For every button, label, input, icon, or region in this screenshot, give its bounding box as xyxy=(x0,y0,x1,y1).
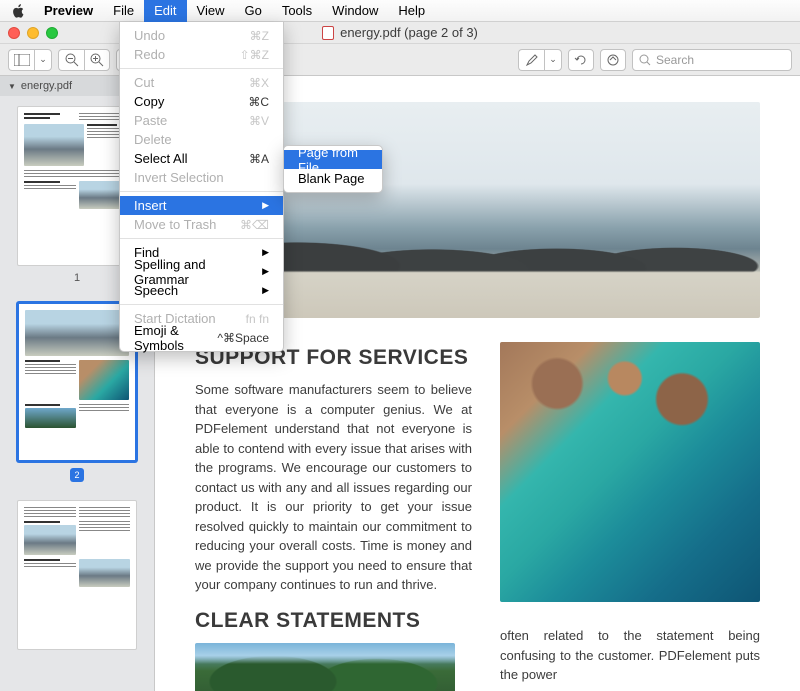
chevron-down-icon: ⌄ xyxy=(549,54,557,65)
apple-icon[interactable] xyxy=(12,4,26,18)
submenu-arrow-icon: ▶ xyxy=(262,285,269,296)
page-thumbnail-3[interactable] xyxy=(12,500,142,650)
edit-menu-dropdown: Undo⌘Z Redo⇧⌘Z Cut⌘X Copy⌘C Paste⌘V Dele… xyxy=(119,22,284,352)
chevron-down-icon: ⌄ xyxy=(39,54,47,65)
submenu-arrow-icon: ▶ xyxy=(262,266,269,277)
markup-button[interactable] xyxy=(600,49,626,71)
page-number-badge: 2 xyxy=(70,468,84,482)
search-input[interactable]: Search xyxy=(632,49,792,71)
menu-invert-selection: Invert Selection xyxy=(120,168,283,187)
page-number-label: 1 xyxy=(74,272,80,284)
rotate-button[interactable] xyxy=(568,49,594,71)
menu-separator xyxy=(120,68,283,69)
traffic-lights xyxy=(8,27,58,39)
menu-move-to-trash: Move to Trash⌘⌫ xyxy=(120,215,283,234)
menu-delete: Delete xyxy=(120,130,283,149)
fullscreen-window-button[interactable] xyxy=(46,27,58,39)
menubar-edit[interactable]: Edit xyxy=(144,0,186,22)
section-body-right: often related to the statement being con… xyxy=(500,626,760,685)
close-window-button[interactable] xyxy=(8,27,20,39)
submenu-arrow-icon: ▶ xyxy=(262,200,269,211)
highlight-dropdown-button[interactable]: ⌄ xyxy=(544,49,562,71)
menu-separator xyxy=(120,304,283,305)
insert-submenu: Page from File… Blank Page xyxy=(283,145,383,193)
menu-emoji[interactable]: Emoji & Symbols^⌘Space xyxy=(120,328,283,347)
highlighter-icon xyxy=(525,53,539,67)
menu-separator xyxy=(120,238,283,239)
menu-paste: Paste⌘V xyxy=(120,111,283,130)
window-title: energy.pdf (page 2 of 3) xyxy=(340,25,478,40)
disclosure-triangle-icon: ▼ xyxy=(8,82,16,91)
rotate-icon xyxy=(574,53,588,67)
zoom-in-icon xyxy=(90,53,104,67)
beach-image xyxy=(500,342,760,602)
menu-insert[interactable]: Insert▶ xyxy=(120,196,283,215)
highlight-button[interactable] xyxy=(518,49,544,71)
submenu-arrow-icon: ▶ xyxy=(262,247,269,258)
menu-cut: Cut⌘X xyxy=(120,73,283,92)
menu-separator xyxy=(120,191,283,192)
menubar-view[interactable]: View xyxy=(187,0,235,22)
search-placeholder: Search xyxy=(656,53,694,67)
menu-redo: Redo⇧⌘Z xyxy=(120,45,283,64)
forest-image xyxy=(195,643,455,691)
menu-spelling[interactable]: Spelling and Grammar▶ xyxy=(120,262,283,281)
pdf-file-icon xyxy=(322,26,334,40)
section-body-support: Some software manufacturers seem to beli… xyxy=(195,380,472,595)
sidebar-toggle-button[interactable] xyxy=(8,49,34,71)
menubar-app[interactable]: Preview xyxy=(34,0,103,22)
minimize-window-button[interactable] xyxy=(27,27,39,39)
menubar-file[interactable]: File xyxy=(103,0,144,22)
sidebar-icon xyxy=(14,54,30,66)
menubar-go[interactable]: Go xyxy=(234,0,271,22)
zoom-in-button[interactable] xyxy=(84,49,110,71)
sidebar-dropdown-button[interactable]: ⌄ xyxy=(34,49,52,71)
submenu-page-from-file[interactable]: Page from File… xyxy=(284,150,382,169)
menubar: Preview File Edit View Go Tools Window H… xyxy=(0,0,800,22)
markup-icon xyxy=(606,53,620,67)
menu-undo: Undo⌘Z xyxy=(120,26,283,45)
search-icon xyxy=(639,54,651,66)
menu-select-all[interactable]: Select All⌘A xyxy=(120,149,283,168)
zoom-out-button[interactable] xyxy=(58,49,84,71)
menubar-window[interactable]: Window xyxy=(322,0,388,22)
menubar-help[interactable]: Help xyxy=(388,0,435,22)
menubar-tools[interactable]: Tools xyxy=(272,0,322,22)
menu-copy[interactable]: Copy⌘C xyxy=(120,92,283,111)
zoom-out-icon xyxy=(65,53,79,67)
section-heading-clear: CLEAR STATEMENTS xyxy=(195,609,472,633)
